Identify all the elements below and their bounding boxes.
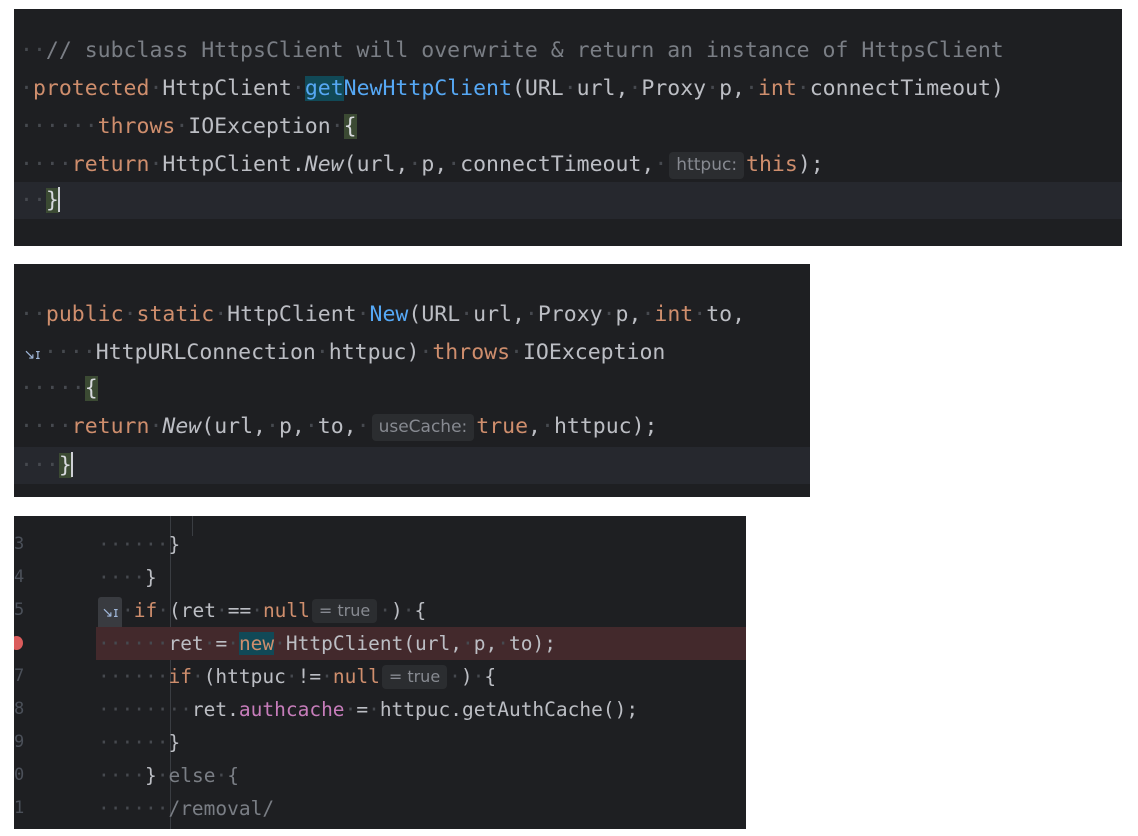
code-line: 4 ····} (14, 566, 157, 589)
removal-comment: /removal/ (168, 797, 275, 820)
code-line: ·protected·HttpClient·getNewHttpClient(U… (20, 76, 1004, 101)
code-line: ··public·static·HttpClient·New(URL·url,·… (20, 302, 746, 327)
eval-hint: = true (381, 665, 448, 689)
code-line: 1 ······/removal/ (14, 797, 275, 820)
text-cursor (70, 452, 73, 477)
code-line-breakpoint[interactable]: ······ret·=·new·HttpClient(url,·p,·to); (96, 627, 746, 660)
code-snippet-3: 3 ······} 4 ····} 5 ↘ɪ ·if·(ret·==·null = … (14, 516, 746, 829)
eval-hint: = true (311, 599, 378, 623)
comment: // subclass HttpsClient will overwrite &… (45, 38, 1004, 63)
code-line: ··// subclass HttpsClient will overwrite… (20, 38, 1004, 63)
code-line: 8 ········ret.authcache·=·httpuc.getAuth… (14, 698, 639, 721)
code-line: ·····{ (20, 376, 98, 401)
code-line: ····return·New(url,·p,·to,· useCache: true… (20, 414, 658, 441)
step-into-icon[interactable]: ↘ɪ (20, 337, 44, 374)
text-cursor (57, 187, 60, 212)
code-line: ····return·HttpClient.New(url,·p,·connec… (20, 152, 824, 179)
code-line: 5 ↘ɪ ·if·(ret·==·null = true ·)·{ (14, 594, 746, 630)
code-line: 3 ······} (14, 533, 181, 556)
step-into-icon[interactable]: ↘ɪ (98, 597, 122, 630)
code-snippet-1: ··// subclass HttpsClient will overwrite… (14, 9, 1122, 246)
code-snippet-2: ··public·static·HttpClient·New(URL·url,·… (14, 264, 810, 497)
code-line: 9 ······} (14, 731, 181, 754)
param-hint-usecache: useCache: (371, 414, 475, 441)
code-line-current[interactable]: ··} (14, 182, 1122, 219)
code-line: ↘ɪ ····HttpURLConnection·httpuc)·throws·I… (14, 334, 810, 371)
code-line: 7 ······if·(httpuc·!=·null = true ·)·{ (14, 665, 497, 689)
code-line-current[interactable]: ···} (14, 447, 810, 484)
param-hint-httpuc: httpuc: (669, 152, 745, 179)
code-line: ······throws·IOException·{ (20, 114, 357, 139)
code-line: 0 ····}·else·{ (14, 764, 239, 787)
